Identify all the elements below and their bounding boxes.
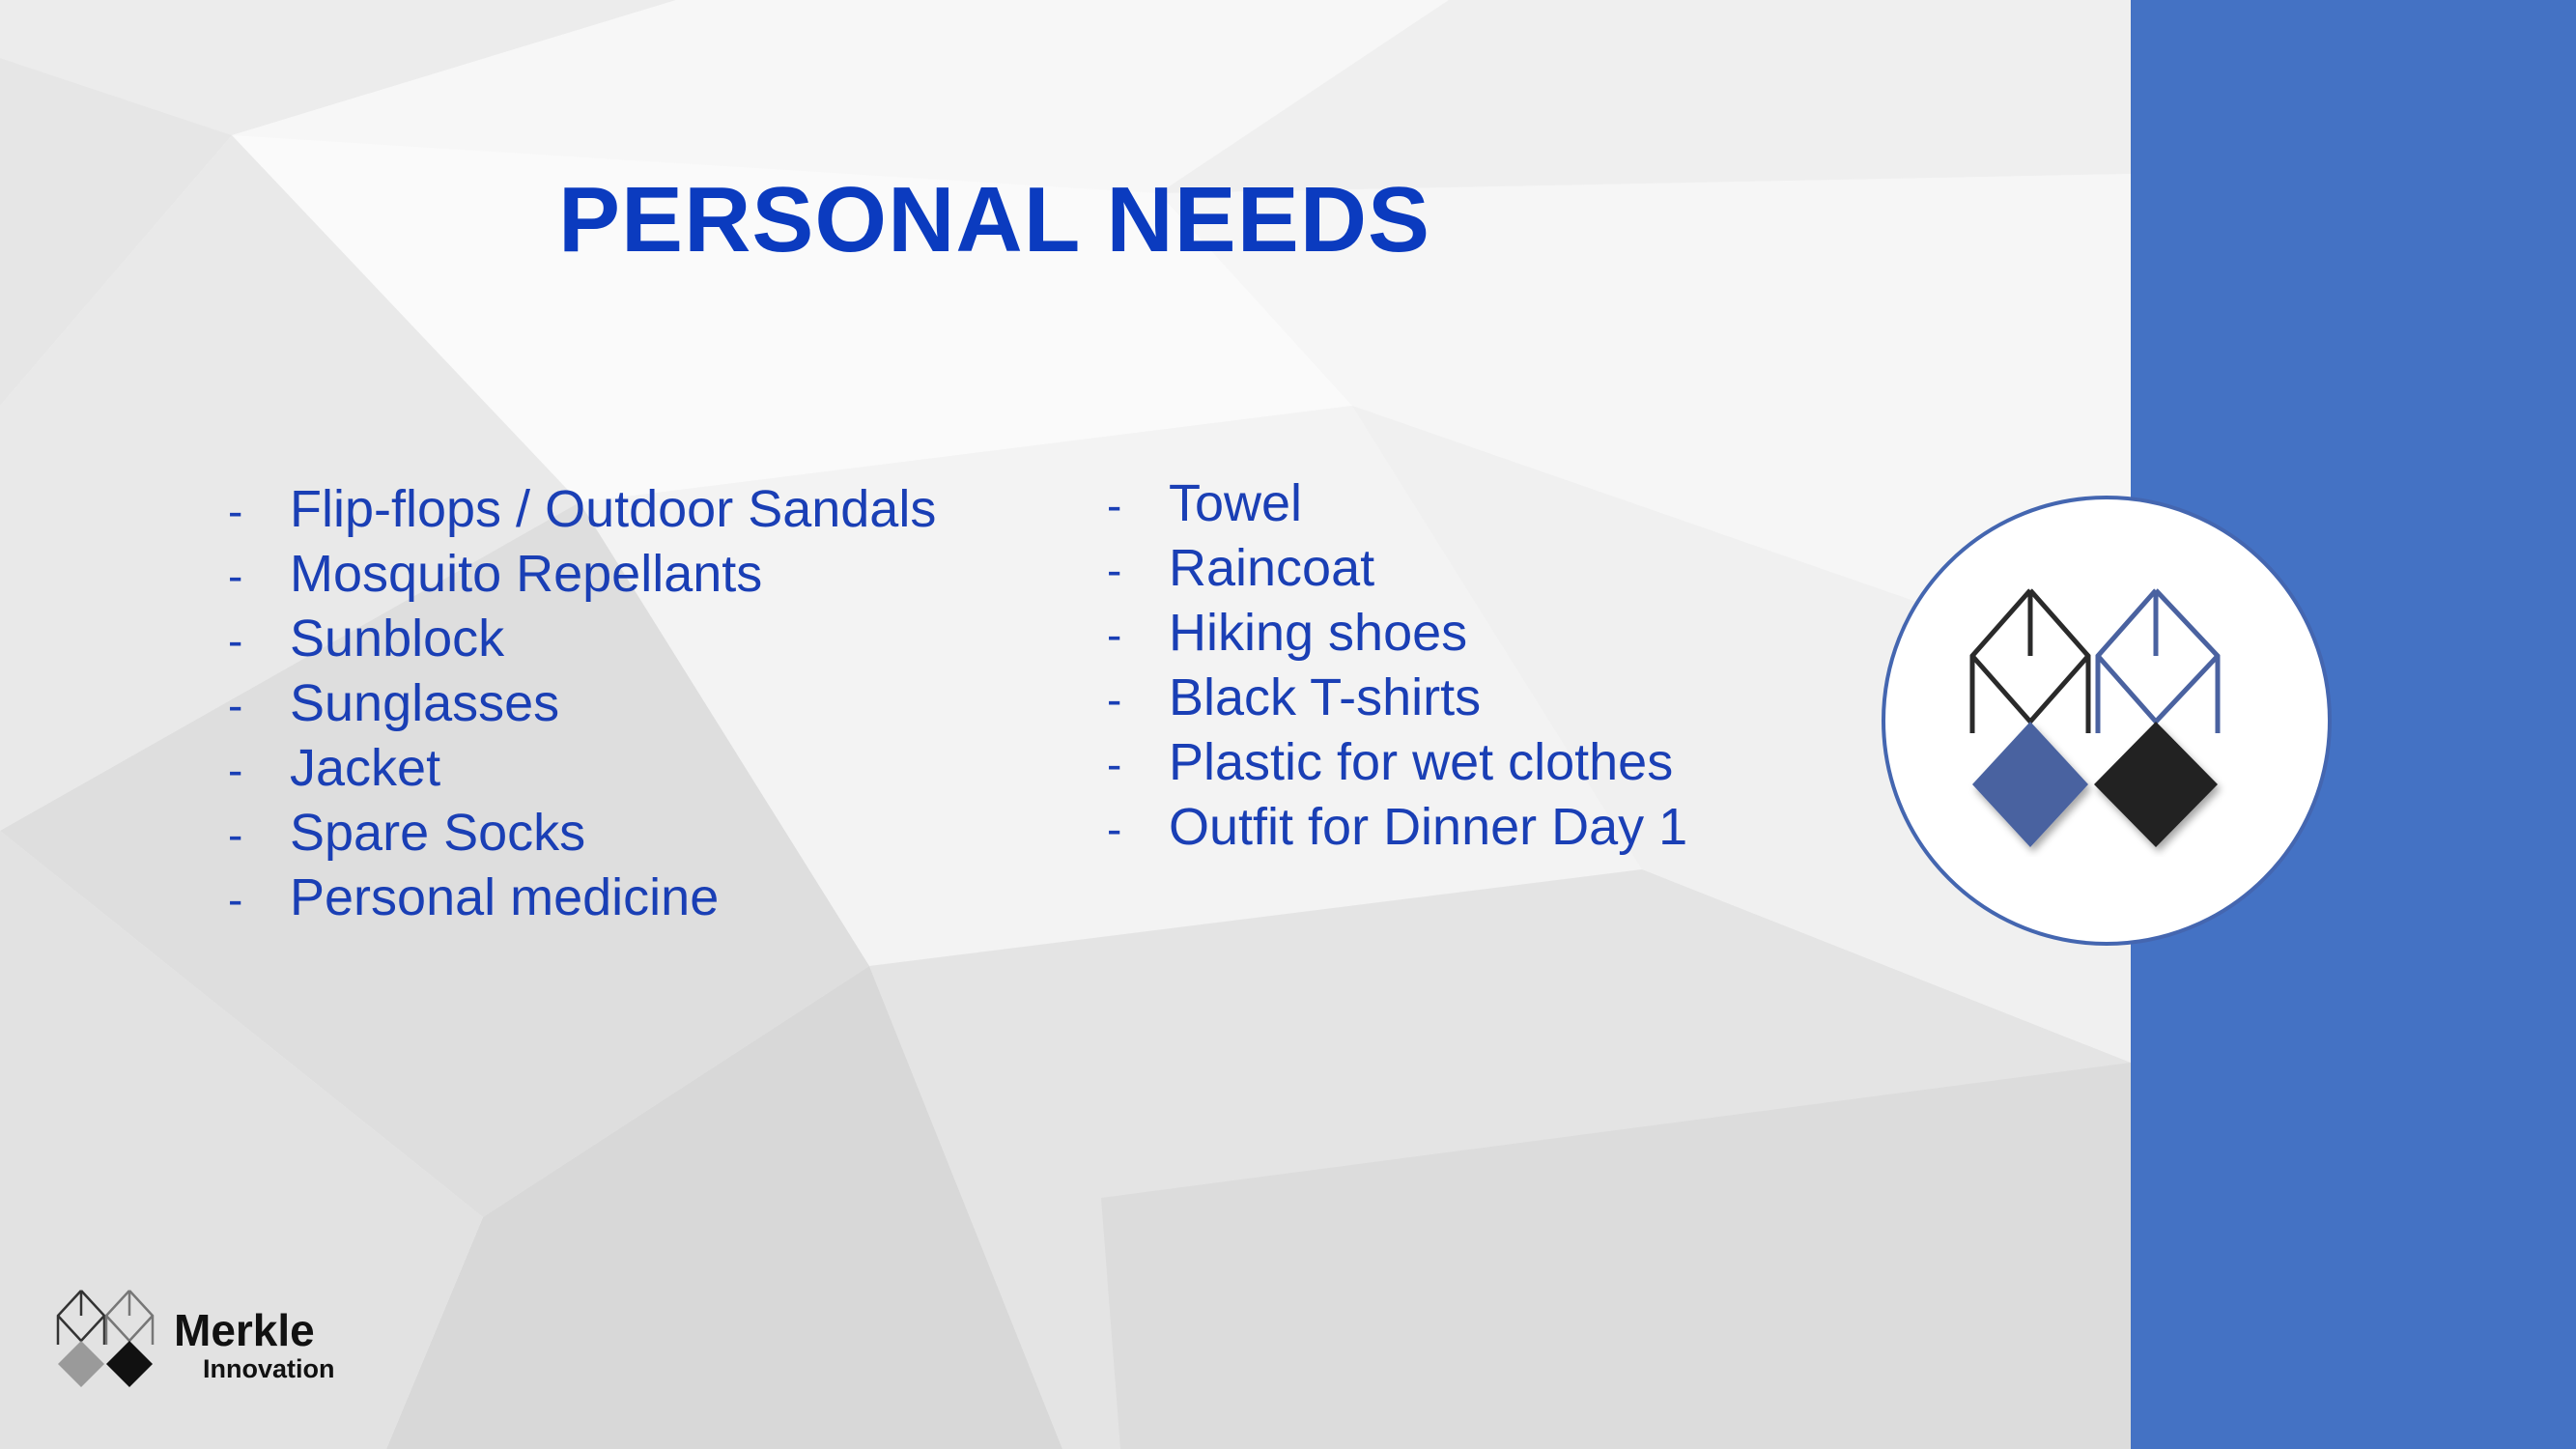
list-item-label: Outfit for Dinner Day 1	[1169, 798, 1688, 856]
list-item: - Plastic for wet clothes	[1107, 732, 1687, 797]
list-item: - Personal medicine	[228, 867, 936, 932]
list-item: - Sunblock	[228, 609, 936, 673]
list-item-label: Jacket	[290, 739, 441, 797]
brand-subtitle: Innovation	[203, 1354, 335, 1383]
list-item: - Towel	[1107, 473, 1687, 538]
list-item-label: Mosquito Repellants	[290, 545, 763, 603]
logo-badge	[1882, 496, 2332, 946]
bullet-dash: -	[1107, 610, 1122, 660]
right-checklist: - Towel - Raincoat - Hiking shoes - Black T-…	[1107, 473, 1687, 862]
list-item-label: Black T-shirts	[1169, 668, 1482, 726]
list-item-label: Personal medicine	[290, 868, 720, 926]
bullet-dash: -	[228, 680, 243, 730]
list-item-label: Raincoat	[1169, 539, 1375, 597]
bullet-dash: -	[1107, 804, 1122, 854]
list-item: - Mosquito Repellants	[228, 544, 936, 609]
merkle-small-logo-icon	[56, 1290, 155, 1387]
list-item: - Raincoat	[1107, 538, 1687, 603]
list-item-label: Towel	[1169, 474, 1303, 532]
bullet-dash: -	[1107, 545, 1122, 595]
list-item: - Hiking shoes	[1107, 603, 1687, 668]
list-item: - Outfit for Dinner Day 1	[1107, 797, 1687, 862]
page-title: PERSONAL NEEDS	[558, 168, 1431, 271]
list-item: - Sunglasses	[228, 673, 936, 738]
slide: PERSONAL NEEDS - Flip-flops / Outdoor San…	[0, 0, 2576, 1449]
list-item: - Jacket	[228, 738, 936, 803]
list-item: - Spare Socks	[228, 803, 936, 867]
list-item-label: Spare Socks	[290, 804, 586, 862]
brand-logo: Merkle Innovation	[56, 1289, 375, 1395]
list-item-label: Sunglasses	[290, 674, 560, 732]
bullet-dash: -	[228, 615, 243, 666]
merkle-diamond-logo-icon	[1969, 588, 2221, 847]
bullet-dash: -	[228, 810, 243, 860]
list-item-label: Flip-flops / Outdoor Sandals	[290, 480, 937, 538]
list-item-label: Plastic for wet clothes	[1169, 733, 1674, 791]
list-item: - Flip-flops / Outdoor Sandals	[228, 479, 936, 544]
bullet-dash: -	[228, 551, 243, 601]
list-item-label: Sunblock	[290, 610, 505, 668]
bullet-dash: -	[228, 486, 243, 536]
bullet-dash: -	[228, 745, 243, 795]
bullet-dash: -	[228, 874, 243, 924]
bullet-dash: -	[1107, 674, 1122, 724]
bullet-dash: -	[1107, 480, 1122, 530]
list-item: - Black T-shirts	[1107, 668, 1687, 732]
brand-name: Merkle	[174, 1305, 315, 1355]
bullet-dash: -	[1107, 739, 1122, 789]
list-item-label: Hiking shoes	[1169, 604, 1468, 662]
left-checklist: - Flip-flops / Outdoor Sandals - Mosquito …	[228, 479, 936, 932]
